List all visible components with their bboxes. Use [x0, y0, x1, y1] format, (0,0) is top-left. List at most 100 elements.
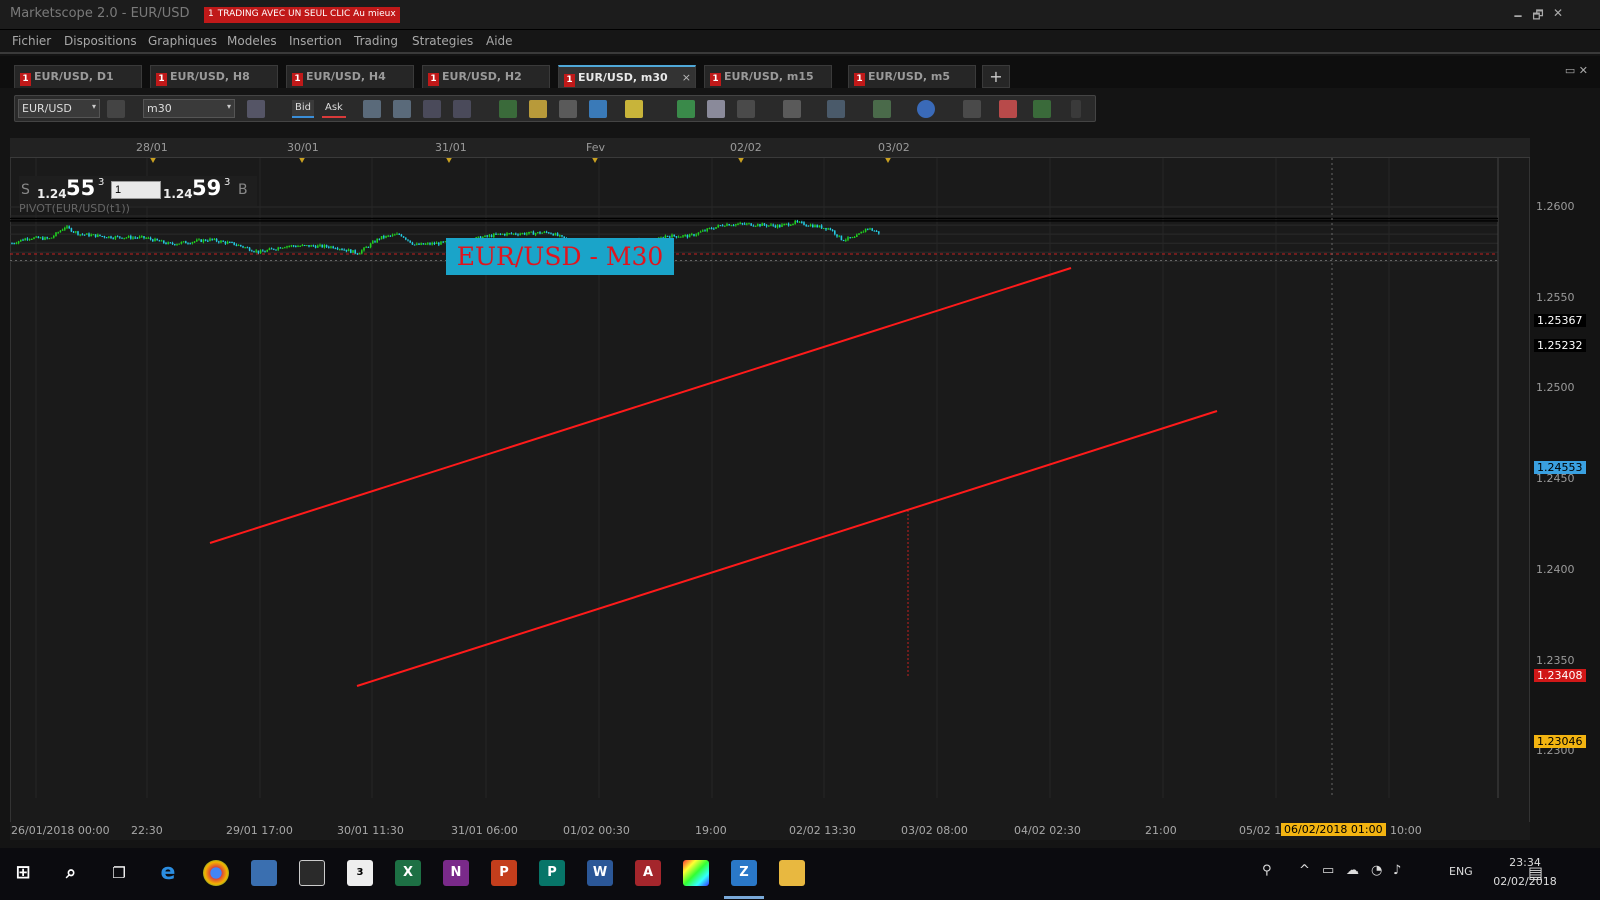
candle-body: [790, 224, 792, 226]
search-icon[interactable]: ⌕: [58, 860, 84, 886]
scale-icon[interactable]: [499, 100, 517, 118]
marketscope-icon[interactable]: Z: [731, 860, 757, 886]
sell-label[interactable]: S: [21, 182, 30, 198]
ruler-icon[interactable]: [625, 100, 643, 118]
powerpoint-icon[interactable]: P: [491, 860, 517, 886]
ask-toggle[interactable]: Ask: [322, 100, 346, 118]
menu-aide[interactable]: Aide: [486, 34, 513, 48]
candle-body: [35, 236, 37, 238]
price-axis[interactable]: 1.2600 1.2550 1.2500 1.2450 1.2400 1.235…: [1532, 158, 1592, 820]
trendline-tool-icon[interactable]: [737, 100, 755, 118]
menu-trading[interactable]: Trading: [354, 34, 398, 48]
windows-start-icon[interactable]: ⊞: [10, 860, 36, 886]
cursor-icon[interactable]: [423, 100, 441, 118]
chrome-icon[interactable]: [203, 860, 229, 886]
language-indicator[interactable]: ENG: [1449, 865, 1473, 878]
globe-icon[interactable]: [589, 100, 607, 118]
bid-toggle[interactable]: Bid: [292, 100, 314, 118]
edit-icon[interactable]: [529, 100, 547, 118]
tab-label: EUR/USD, m30: [578, 71, 668, 84]
task-view-icon[interactable]: ❐: [106, 860, 132, 886]
candle-body: [207, 240, 209, 242]
sell-price-pips[interactable]: 55: [66, 176, 95, 200]
tab-eurusd-m30[interactable]: 1 EUR/USD, m30 ×: [558, 65, 696, 88]
people-icon[interactable]: ⚲: [1262, 863, 1272, 878]
paint-icon[interactable]: [683, 860, 709, 886]
menu-modeles[interactable]: Modeles: [227, 34, 277, 48]
menu-insertion[interactable]: Insertion: [289, 34, 342, 48]
notification-icon[interactable]: ▤: [1528, 863, 1543, 882]
price-chart[interactable]: [10, 158, 1530, 820]
menu-fichier[interactable]: Fichier: [12, 34, 51, 48]
battery-icon[interactable]: ▭: [1322, 863, 1334, 878]
buy-price-prefix[interactable]: 1.24: [163, 187, 193, 201]
publisher-icon[interactable]: P: [539, 860, 565, 886]
zoom-in-icon[interactable]: [363, 100, 381, 118]
network-app-icon[interactable]: [251, 860, 277, 886]
timeframe-select[interactable]: m30 ▾: [143, 99, 235, 118]
minimize-icon[interactable]: 🗕: [1510, 6, 1526, 27]
link-icon[interactable]: [107, 100, 125, 118]
chevron-up-icon[interactable]: ^: [1299, 863, 1310, 878]
candle-body: [748, 223, 750, 225]
text-tool-icon[interactable]: [963, 100, 981, 118]
eraser-icon[interactable]: [999, 100, 1017, 118]
clock-time[interactable]: 23:34: [1495, 856, 1555, 869]
close-icon[interactable]: ✕: [1550, 6, 1566, 20]
ellipse-tool-icon[interactable]: [917, 100, 935, 118]
mail-icon[interactable]: 3: [347, 860, 373, 886]
buy-label[interactable]: B: [238, 182, 248, 198]
menu-graphiques[interactable]: Graphiques: [148, 34, 217, 48]
add-tab-button[interactable]: +: [982, 65, 1010, 88]
candle-body: [196, 239, 198, 242]
indicator-icon[interactable]: [677, 100, 695, 118]
candle-body: [308, 245, 310, 247]
edge-icon[interactable]: e: [155, 860, 181, 886]
pen-tool-icon[interactable]: [827, 100, 845, 118]
candle-body: [704, 230, 706, 232]
volume-icon[interactable]: ♪: [1393, 863, 1401, 878]
chart-type-icon[interactable]: [247, 100, 265, 118]
candle-body: [827, 228, 829, 230]
candle-body: [809, 224, 812, 227]
restore-icon[interactable]: 🗗: [1530, 6, 1546, 27]
tab-eurusd-m15[interactable]: 1 EUR/USD, m15: [704, 65, 832, 88]
tab-close-icon[interactable]: ×: [682, 71, 691, 84]
clock-date[interactable]: 02/02/2018: [1491, 875, 1559, 888]
line-tool-icon[interactable]: [873, 100, 891, 118]
cloud-icon[interactable]: ☁: [1346, 863, 1359, 878]
trade-amount-input[interactable]: [111, 181, 161, 199]
buy-price-pips[interactable]: 59: [192, 176, 221, 200]
word-icon[interactable]: W: [587, 860, 613, 886]
panel-controls[interactable]: ▭ ✕: [1565, 64, 1588, 77]
crosshair-icon[interactable]: [453, 100, 471, 118]
wifi-icon[interactable]: ◔: [1371, 863, 1382, 878]
access-icon[interactable]: A: [635, 860, 661, 886]
menu-strategies[interactable]: Strategies: [412, 34, 473, 48]
tab-eurusd-d1[interactable]: 1 EUR/USD, D1: [14, 65, 142, 88]
instrument-select[interactable]: EUR/USD ▾: [18, 99, 100, 118]
menu-dispositions[interactable]: Dispositions: [64, 34, 137, 48]
one-click-trading-indicator[interactable]: 1 TRADING AVEC UN SEUL CLIC Au mieux: [204, 7, 400, 23]
candle-body: [110, 236, 112, 239]
candle-body: [856, 234, 858, 237]
tab-eurusd-h4[interactable]: 1 EUR/USD, H4: [286, 65, 414, 88]
zoom-out-icon[interactable]: [393, 100, 411, 118]
objects-icon[interactable]: [1033, 100, 1051, 118]
eye-icon[interactable]: [559, 100, 577, 118]
chart-annotation-title[interactable]: EUR/USD - M30: [446, 238, 674, 275]
file-explorer-icon[interactable]: [779, 860, 805, 886]
time-tick: 03/02 08:00: [901, 824, 968, 837]
tab-eurusd-h2[interactable]: 1 EUR/USD, H2: [422, 65, 550, 88]
toolbar-more-icon[interactable]: [1071, 100, 1081, 118]
channel-tool-icon[interactable]: [783, 100, 801, 118]
template-icon[interactable]: [707, 100, 725, 118]
trend-channel[interactable]: [209, 267, 1218, 687]
calendar-icon[interactable]: [299, 860, 325, 886]
tab-eurusd-h8[interactable]: 1 EUR/USD, H8: [150, 65, 278, 88]
tab-eurusd-m5[interactable]: 1 EUR/USD, m5: [848, 65, 976, 88]
candle-body: [303, 245, 306, 247]
onenote-icon[interactable]: N: [443, 860, 469, 886]
sell-price-prefix[interactable]: 1.24: [37, 187, 67, 201]
excel-icon[interactable]: X: [395, 860, 421, 886]
